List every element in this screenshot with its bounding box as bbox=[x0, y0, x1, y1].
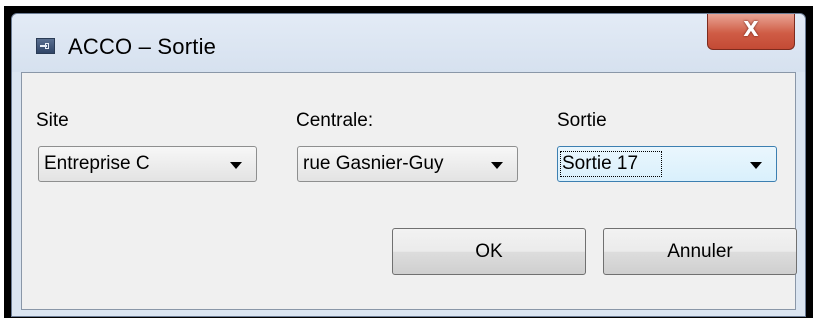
cancel-button[interactable]: Annuler bbox=[603, 228, 797, 275]
centrale-label: Centrale: bbox=[296, 110, 374, 131]
chevron-down-icon bbox=[491, 162, 503, 169]
title-bar[interactable]: ACCO – Sortie X bbox=[12, 14, 805, 72]
close-icon: X bbox=[743, 17, 759, 41]
sortie-dropdown-value: Sortie 17 bbox=[559, 151, 663, 177]
close-button[interactable]: X bbox=[707, 14, 795, 50]
centrale-dropdown-value: rue Gasnier-Guy bbox=[303, 153, 444, 174]
sortie-label: Sortie bbox=[557, 110, 607, 131]
app-window-icon bbox=[36, 38, 55, 54]
site-label: Site bbox=[36, 110, 69, 131]
ok-button[interactable]: OK bbox=[392, 228, 586, 275]
site-dropdown-value: Entreprise C bbox=[44, 153, 150, 174]
chevron-down-icon bbox=[230, 162, 242, 169]
centrale-dropdown[interactable]: rue Gasnier-Guy bbox=[297, 146, 518, 182]
window-title: ACCO – Sortie bbox=[68, 34, 217, 59]
dialog-content: Site Entreprise C Centrale: rue Gasnier-… bbox=[21, 72, 797, 310]
chevron-down-icon bbox=[750, 162, 762, 169]
sortie-dropdown[interactable]: Sortie 17 bbox=[557, 146, 777, 182]
screenshot-frame: ACCO – Sortie X Site Entreprise C Centra… bbox=[4, 6, 813, 318]
site-dropdown[interactable]: Entreprise C bbox=[38, 146, 257, 182]
dialog-window: ACCO – Sortie X Site Entreprise C Centra… bbox=[11, 13, 806, 317]
